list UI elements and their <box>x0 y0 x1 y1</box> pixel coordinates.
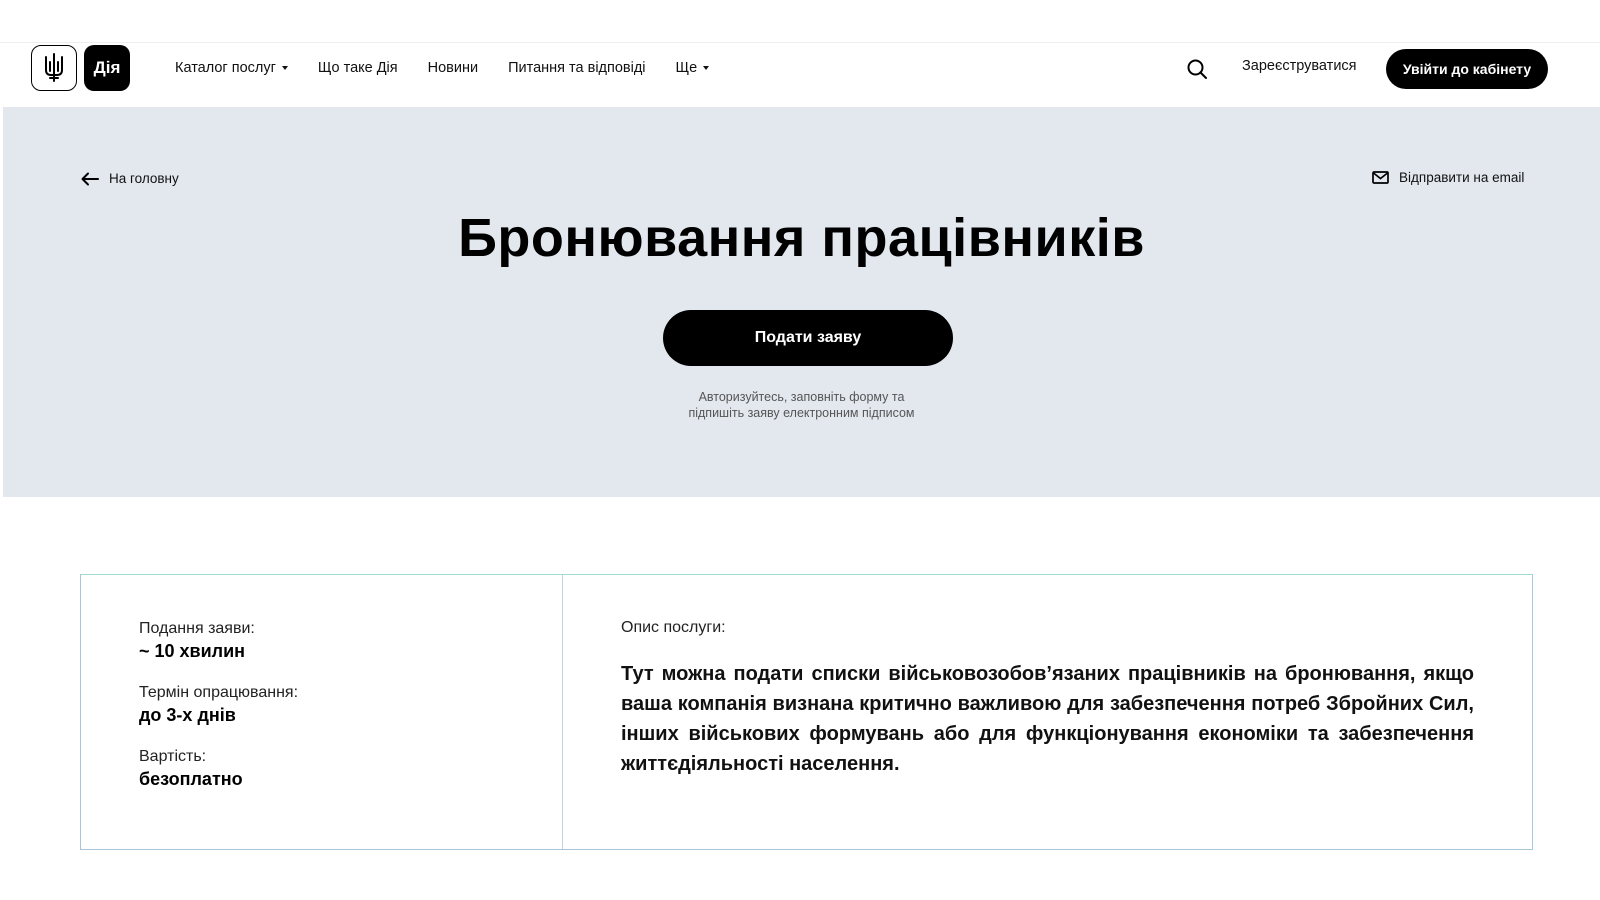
nav-item-more[interactable]: Ще <box>676 60 710 76</box>
meta-value: до 3-х днів <box>139 705 236 725</box>
description-text: Тут можна подати списки військовозобов’я… <box>621 663 1474 775</box>
diia-logo[interactable]: Дія <box>84 45 130 91</box>
nav-item-label: Питання та відповіді <box>508 60 646 76</box>
send-email-label: Відправити на email <box>1399 170 1525 185</box>
back-home-link[interactable]: На головну <box>81 171 179 186</box>
description-label: Опис послуги: <box>621 619 726 636</box>
login-button[interactable]: Увійти до кабінету <box>1386 49 1548 89</box>
mail-icon <box>1372 171 1389 184</box>
service-description: Опис послуги: Тут можна подати списки ві… <box>563 575 1532 849</box>
browser-top-strip <box>0 0 1600 43</box>
nav-item-label: Що таке Дія <box>317 60 398 76</box>
nav-item-news[interactable]: Новини <box>428 60 478 76</box>
service-info-card: Подання заяви: ~ 10 хвилин Термін опрацю… <box>80 574 1533 850</box>
page: Дія Каталог послуг Що таке Дія Новини Пи… <box>0 0 1600 900</box>
nav-item-label: Каталог послуг <box>175 60 276 76</box>
apply-hint-line: підпишіть заяву електронним підписом <box>688 406 915 420</box>
hero-section: На головну Відправити на email Бронюванн… <box>3 107 1600 497</box>
apply-button[interactable]: Подати заяву <box>663 310 953 366</box>
main-nav: Каталог послуг Що таке Дія Новини Питанн… <box>175 43 710 93</box>
nav-item-label: Ще <box>675 60 698 76</box>
arrow-left-icon <box>81 172 99 185</box>
nav-item-label: Новини <box>427 60 479 76</box>
service-meta: Подання заяви: ~ 10 хвилин Термін опрацю… <box>81 575 563 849</box>
page-title: Бронювання працівників <box>458 208 1145 268</box>
nav-item-catalog[interactable]: Каталог послуг <box>175 60 288 76</box>
meta-value: ~ 10 хвилин <box>139 641 246 661</box>
back-home-label: На головну <box>109 171 179 186</box>
apply-hint: Авторизуйтесь, заповніть форму та підпиш… <box>3 389 1600 421</box>
site-header: Дія Каталог послуг Що таке Дія Новини Пи… <box>3 43 1600 107</box>
nav-item-about[interactable]: Що таке Дія <box>318 60 398 76</box>
search-button[interactable] <box>1185 57 1209 81</box>
meta-label: Подання заяви: <box>139 620 255 637</box>
meta-value: безоплатно <box>139 769 243 789</box>
caret-down-icon <box>281 66 288 70</box>
send-email-link[interactable]: Відправити на email <box>1372 170 1524 185</box>
apply-hint-line: Авторизуйтесь, заповніть форму та <box>698 390 905 404</box>
meta-label: Термін опрацювання: <box>139 684 299 701</box>
nav-item-faq[interactable]: Питання та відповіді <box>508 60 645 76</box>
caret-down-icon <box>703 66 710 70</box>
register-link[interactable]: Зареєструватися <box>1242 58 1357 74</box>
trident-icon <box>45 53 63 82</box>
search-icon <box>1187 59 1207 79</box>
trident-logo[interactable] <box>31 45 77 91</box>
meta-label: Вартість: <box>139 748 207 765</box>
